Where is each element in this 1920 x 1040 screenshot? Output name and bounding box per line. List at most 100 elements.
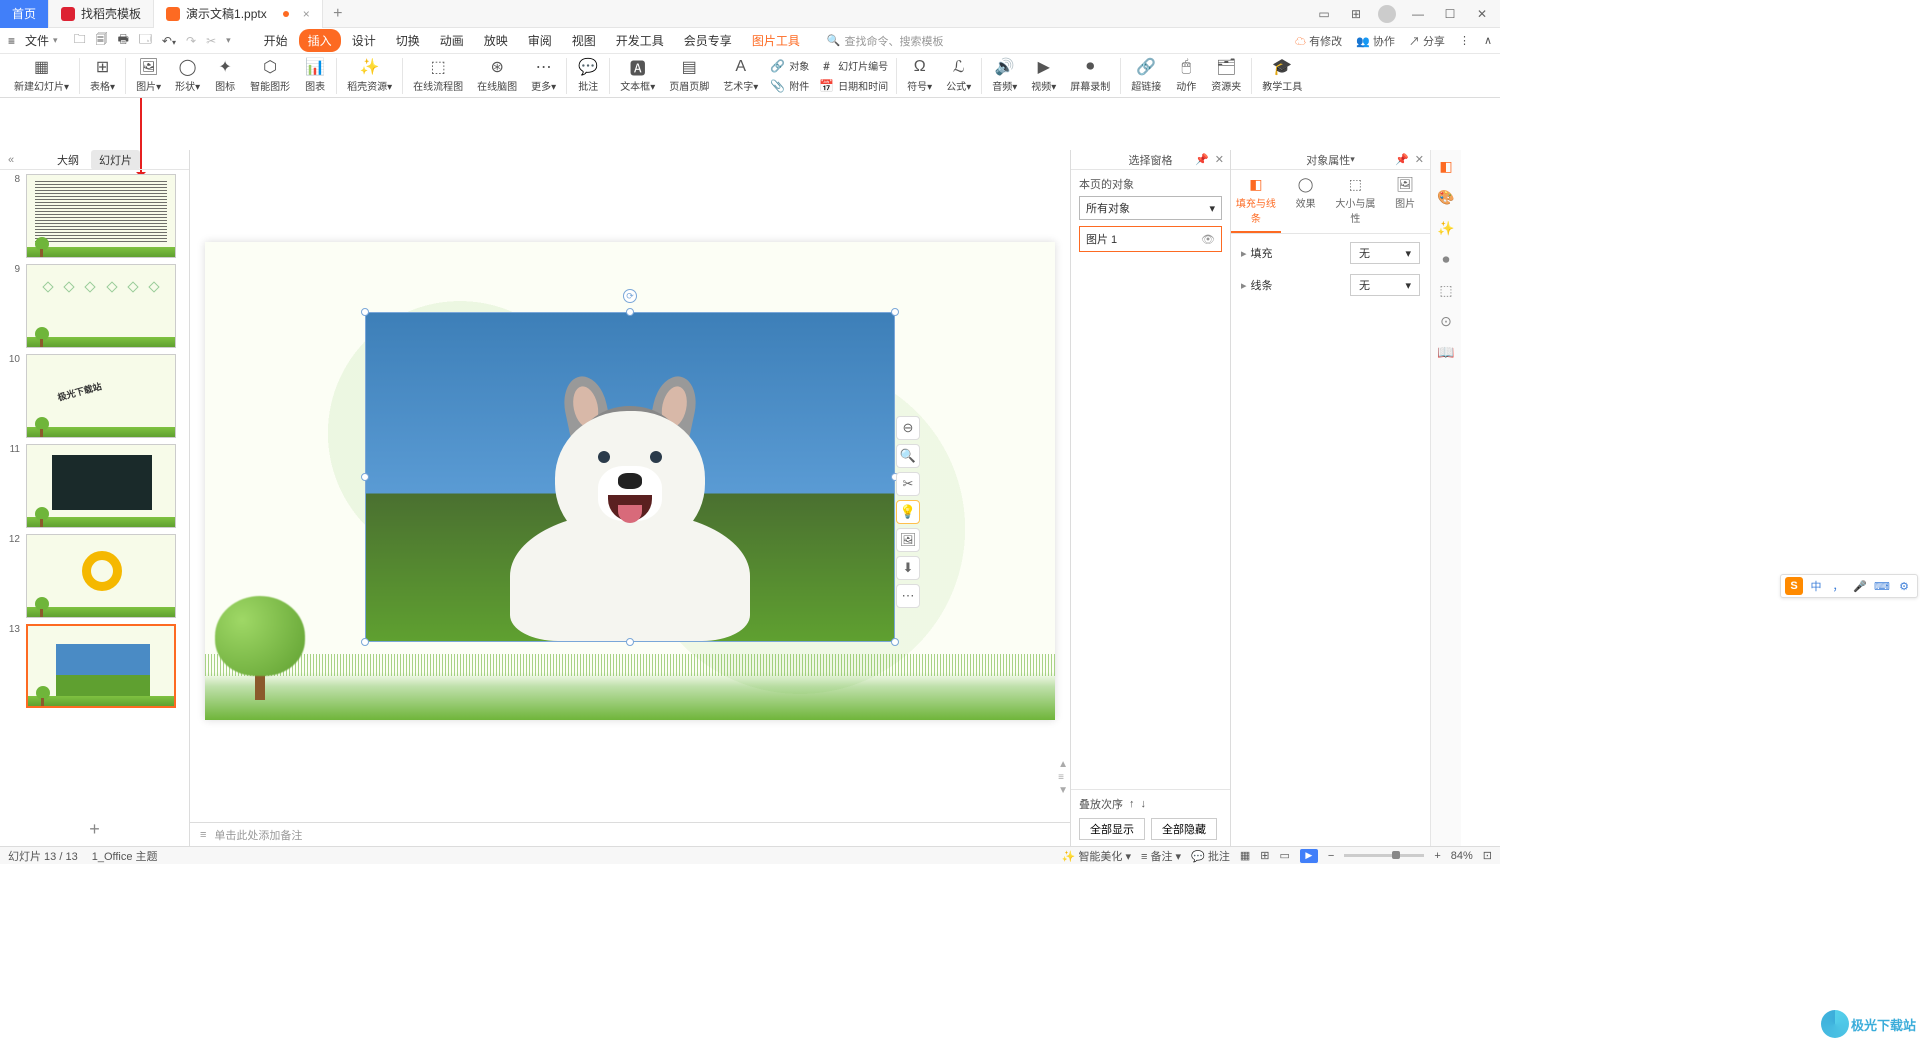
expand-icon[interactable]: ▸ xyxy=(1241,248,1247,260)
ribbon-textbox[interactable]: 🅰文本框▾ xyxy=(614,56,661,95)
ribbon-icon[interactable]: ✦图标 xyxy=(208,56,242,95)
minimize-button[interactable]: — xyxy=(1408,4,1428,24)
ribbon-action[interactable]: 🖱动作 xyxy=(1169,56,1203,95)
slide-thumb-8[interactable] xyxy=(26,174,176,258)
notes-toggle[interactable]: ≡ 备注 ▾ xyxy=(1141,848,1181,864)
file-menu[interactable]: 文件▾ xyxy=(19,30,64,51)
ribbon-chart[interactable]: 📊图表 xyxy=(298,56,332,95)
hide-all-button[interactable]: 全部隐藏 xyxy=(1151,818,1217,840)
fit-window-icon[interactable]: ⊡ xyxy=(1483,849,1492,862)
menu-tab-view[interactable]: 视图 xyxy=(563,29,605,52)
slideshow-play-button[interactable]: ▶ xyxy=(1300,849,1318,863)
tab-document[interactable]: 演示文稿1.pptx× xyxy=(154,0,323,28)
float-idea-icon[interactable]: 💡 xyxy=(896,500,920,524)
menu-tab-dev[interactable]: 开发工具 xyxy=(607,29,673,52)
prop-tab-effect[interactable]: ◯效果 xyxy=(1281,170,1331,233)
pane-close-icon[interactable]: ✕ xyxy=(1215,153,1224,166)
line-select[interactable]: 无▾ xyxy=(1350,274,1420,296)
rotate-handle[interactable]: ⟳ xyxy=(623,289,637,303)
add-slide-button[interactable]: + xyxy=(0,813,189,846)
ribbon-wordart[interactable]: A艺术字▾ xyxy=(717,56,764,95)
ribbon-formula[interactable]: ℒ公式▾ xyxy=(940,56,977,95)
ime-settings-icon[interactable]: ⚙ xyxy=(1895,577,1913,595)
qat-more-icon[interactable]: ▾ xyxy=(226,35,231,46)
tab-templates[interactable]: 找稻壳模板 xyxy=(49,0,154,28)
close-button[interactable]: ✕ xyxy=(1472,4,1492,24)
float-export-icon[interactable]: ⬇ xyxy=(896,556,920,580)
view-normal-icon[interactable]: ▦ xyxy=(1240,849,1250,862)
resize-handle-tr[interactable] xyxy=(891,308,899,316)
rail-record-icon[interactable]: ⏺ xyxy=(1443,251,1450,268)
slide-thumb-10[interactable]: 极光下载站 xyxy=(26,354,176,438)
visibility-icon[interactable]: 👁 xyxy=(1201,233,1215,246)
scroll-down-icon[interactable]: ▼ xyxy=(1058,785,1068,796)
menu-tab-picture-tools[interactable]: 图片工具 xyxy=(743,29,809,52)
collapse-panel-icon[interactable]: « xyxy=(8,154,14,166)
qat-format-painter-icon[interactable]: ✂ xyxy=(206,34,216,48)
expand-icon[interactable]: ▸ xyxy=(1241,280,1247,292)
pane-close-icon[interactable]: ✕ xyxy=(1415,153,1424,166)
menu-tab-start[interactable]: 开始 xyxy=(255,29,297,52)
ribbon-comment[interactable]: 💬批注 xyxy=(571,56,605,95)
ribbon-object[interactable]: 🔗对象 xyxy=(766,56,813,75)
ime-logo-icon[interactable]: S xyxy=(1785,577,1803,595)
float-more-icon[interactable]: ⋯ xyxy=(896,584,920,608)
view-reading-icon[interactable]: ▭ xyxy=(1279,849,1289,862)
resize-handle-br[interactable] xyxy=(891,638,899,646)
resize-handle-ml[interactable] xyxy=(361,473,369,481)
command-search[interactable]: 🔍 查找命令、搜索模板 xyxy=(827,33,944,49)
ime-lang-icon[interactable]: 中 xyxy=(1807,577,1825,595)
collapse-ribbon-icon[interactable]: ∧ xyxy=(1484,34,1492,47)
menu-tab-review[interactable]: 审阅 xyxy=(519,29,561,52)
rail-animation-icon[interactable]: ✨ xyxy=(1437,220,1454,237)
selected-image[interactable]: ⟳ xyxy=(365,312,895,642)
ribbon-attachment[interactable]: 📎附件 xyxy=(766,76,813,95)
prop-tab-fill[interactable]: ◧填充与线条 xyxy=(1231,170,1281,233)
rail-layers-icon[interactable]: ⬚ xyxy=(1439,282,1452,299)
move-down-icon[interactable]: ↓ xyxy=(1141,798,1147,810)
ribbon-new-slide[interactable]: ▦新建幻灯片▾ xyxy=(8,56,75,95)
avatar[interactable] xyxy=(1378,5,1396,23)
menu-tab-insert[interactable]: 插入 xyxy=(299,29,341,52)
ime-toolbar[interactable]: S 中 ， 🎤 ⌨ ⚙ xyxy=(1780,574,1918,598)
hamburger-icon[interactable]: ≡ xyxy=(8,34,15,48)
slide-canvas[interactable]: ⟳ xyxy=(205,242,1055,720)
slide-thumb-13[interactable] xyxy=(26,624,176,708)
rail-style-icon[interactable]: 🎨 xyxy=(1437,189,1454,206)
maximize-button[interactable]: ☐ xyxy=(1440,4,1460,24)
pane-pin-icon[interactable]: 📌 xyxy=(1395,153,1409,166)
rail-book-icon[interactable]: 📖 xyxy=(1437,344,1454,361)
qat-save-icon[interactable]: 🗐 xyxy=(96,30,108,51)
scroll-up-icon[interactable]: ▲ xyxy=(1058,759,1068,770)
scroll-marker-icon[interactable]: ≡ xyxy=(1058,772,1068,783)
ribbon-video[interactable]: ▶视频▾ xyxy=(1025,56,1062,95)
slide-thumb-12[interactable] xyxy=(26,534,176,618)
float-crop-icon[interactable]: ✂ xyxy=(896,472,920,496)
menu-tab-member[interactable]: 会员专享 xyxy=(675,29,741,52)
layout-icon[interactable]: ▭ xyxy=(1314,4,1334,24)
ribbon-hyperlink[interactable]: 🔗超链接 xyxy=(1125,56,1167,95)
zoom-value[interactable]: 84% xyxy=(1451,850,1473,862)
pane-pin-icon[interactable]: 📌 xyxy=(1195,153,1209,166)
float-replace-icon[interactable]: 🖼 xyxy=(896,528,920,552)
beautify-button[interactable]: ✨ 智能美化 ▾ xyxy=(1062,848,1131,864)
view-sorter-icon[interactable]: ⊞ xyxy=(1260,849,1269,862)
zoom-in-icon[interactable]: + xyxy=(1434,850,1440,862)
zoom-slider[interactable] xyxy=(1344,854,1424,857)
resize-handle-bl[interactable] xyxy=(361,638,369,646)
qat-redo-icon[interactable]: ↷ xyxy=(186,34,196,48)
collaborate-button[interactable]: 👥 协作 xyxy=(1356,33,1395,49)
share-button[interactable]: ↗ 分享 xyxy=(1409,33,1445,49)
ribbon-audio[interactable]: 🔊音频▾ xyxy=(986,56,1023,95)
ribbon-flowchart[interactable]: ⬚在线流程图 xyxy=(407,56,469,95)
menu-tab-transition[interactable]: 切换 xyxy=(387,29,429,52)
ribbon-resource-folder[interactable]: 🗂资源夹 xyxy=(1205,56,1247,95)
ribbon-symbol[interactable]: Ω符号▾ xyxy=(901,56,938,95)
fill-select[interactable]: 无▾ xyxy=(1350,242,1420,264)
ribbon-picture[interactable]: 🖼图片▾ xyxy=(130,56,167,95)
ime-keyboard-icon[interactable]: ⌨ xyxy=(1873,577,1891,595)
float-zoom-icon[interactable]: 🔍 xyxy=(896,444,920,468)
apps-icon[interactable]: ⊞ xyxy=(1346,4,1366,24)
resize-handle-tm[interactable] xyxy=(626,308,634,316)
ribbon-shape[interactable]: ◯形状▾ xyxy=(169,56,206,95)
